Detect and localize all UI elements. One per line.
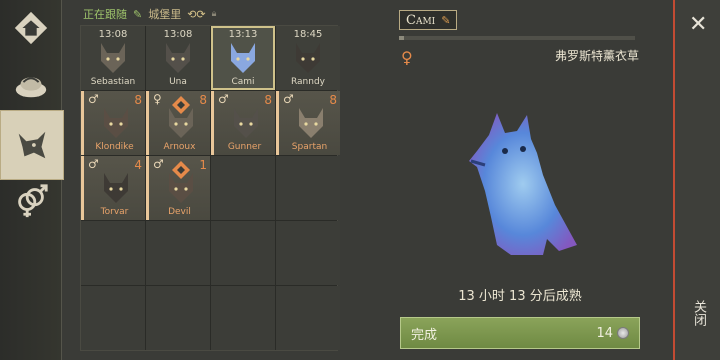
wolf-level: 8 <box>134 93 142 107</box>
wolf-slot[interactable]: 18:45 Ranndy <box>276 26 340 90</box>
wolf-portrait <box>166 43 190 73</box>
complete-button[interactable]: 完成 14 <box>400 317 640 349</box>
wolf-name-tag[interactable]: Cami ✎ <box>399 10 458 30</box>
silver-coin-icon <box>617 327 629 339</box>
wolf-level: 8 <box>199 93 207 107</box>
wolf-name-label: Ranndy <box>290 77 326 87</box>
maturity-status: 13 小时 13 分后成熟 <box>458 289 582 304</box>
leader-badge-icon <box>172 96 190 114</box>
complete-button-label: 完成 <box>411 327 438 343</box>
status-line: 正在跟随 ✎ 城堡里 ⟲⟳ 🔒︎ <box>83 6 216 22</box>
wolf-name-label: Klondike <box>95 142 134 152</box>
wolf-name-label: Devil <box>168 207 191 217</box>
empty-slot <box>81 286 145 350</box>
complete-cost: 14 <box>596 326 629 341</box>
food-bowl-icon <box>15 77 47 98</box>
wolf-portrait <box>231 43 255 73</box>
wolf-slot[interactable]: ♀ 8 Arnoux <box>146 91 210 155</box>
empty-slot <box>211 221 275 285</box>
wolf-name: Cami <box>406 12 436 28</box>
empty-slot <box>211 286 275 350</box>
wolf-name-label: Spartan <box>291 142 328 152</box>
wolf-head-icon <box>18 131 46 159</box>
leader-badge-icon <box>172 161 190 179</box>
lock-icon: 🔒︎ <box>211 9 217 19</box>
location-label: 城堡里 <box>148 8 182 21</box>
cost-value: 14 <box>596 325 613 341</box>
wolf-name-label: Arnoux <box>163 142 196 152</box>
house-icon <box>14 11 48 45</box>
wolf-name-label: Gunner <box>227 142 262 152</box>
close-column[interactable]: ✕ 关闭 <box>673 0 720 360</box>
wolf-slot[interactable]: ♂ 8 Gunner <box>211 91 275 155</box>
paws-icon: ⟲⟳ <box>187 7 206 21</box>
sidebar-button-breeding[interactable] <box>6 176 56 224</box>
wolf-level: 4 <box>134 158 142 172</box>
sidebar-button-food[interactable] <box>6 60 56 108</box>
wolf-portrait <box>104 173 128 203</box>
wolf-portrait <box>299 108 323 138</box>
wolf-level: 1 <box>199 158 207 172</box>
sidebar <box>0 0 64 360</box>
sidebar-button-home[interactable] <box>6 4 56 52</box>
empty-slot <box>81 221 145 285</box>
wolf-slot[interactable]: 13:13 Cami <box>211 26 275 90</box>
close-icon[interactable]: ✕ <box>689 12 707 37</box>
wolf-pup-figure <box>469 113 577 255</box>
wolf-slot[interactable]: ♂ 4 Torvar <box>81 156 145 220</box>
wolf-slot[interactable]: 13:08 Una <box>146 26 210 90</box>
empty-slot <box>211 156 275 220</box>
wolf-slot[interactable]: ♂ 1 Devil <box>146 156 210 220</box>
wolf-portrait <box>296 43 320 73</box>
breeding-symbols-icon <box>18 184 48 218</box>
wolf-level: 8 <box>264 93 272 107</box>
wolf-name-label: Torvar <box>100 207 129 217</box>
empty-slot <box>276 221 340 285</box>
wolf-grid: 13:08 Sebastian 13:08 Una 13:13 Cami 18:45 … <box>80 25 340 351</box>
empty-slot <box>276 156 340 220</box>
wolf-slot[interactable]: ♂ 8 Spartan <box>276 91 340 155</box>
following-label: 正在跟随 <box>83 8 127 21</box>
wolf-slot[interactable]: ♂ 8 Klondike <box>81 91 145 155</box>
wolf-name-label: Sebastian <box>90 77 136 87</box>
wolf-portrait <box>104 108 128 138</box>
wolf-name-label: Cami <box>231 77 255 87</box>
maturity-progress-fill <box>399 36 404 40</box>
female-icon: ♀ <box>401 48 413 67</box>
wolf-location: 弗罗斯特薰衣草 <box>554 49 639 63</box>
sidebar-button-wolves[interactable] <box>0 110 64 180</box>
leaf-icon: ✎ <box>133 7 143 21</box>
empty-slot <box>146 221 210 285</box>
wolf-portrait <box>234 108 258 138</box>
wolf-portrait <box>101 43 125 73</box>
close-label[interactable]: 关闭 <box>690 300 708 326</box>
empty-slot <box>146 286 210 350</box>
rename-leaf-icon: ✎ <box>441 13 451 27</box>
maturity-progress-bar <box>399 36 635 40</box>
detail-panel: Cami ✎ ♀ 弗罗斯特薰衣草 13 小时 13 分后成熟 完成 14 <box>395 0 645 360</box>
wolf-level: 8 <box>329 93 337 107</box>
empty-slot <box>276 286 340 350</box>
wolf-sex-icon: ♀ <box>153 92 162 106</box>
wolf-name-label: Una <box>169 77 187 87</box>
wolf-slot[interactable]: 13:08 Sebastian <box>81 26 145 90</box>
